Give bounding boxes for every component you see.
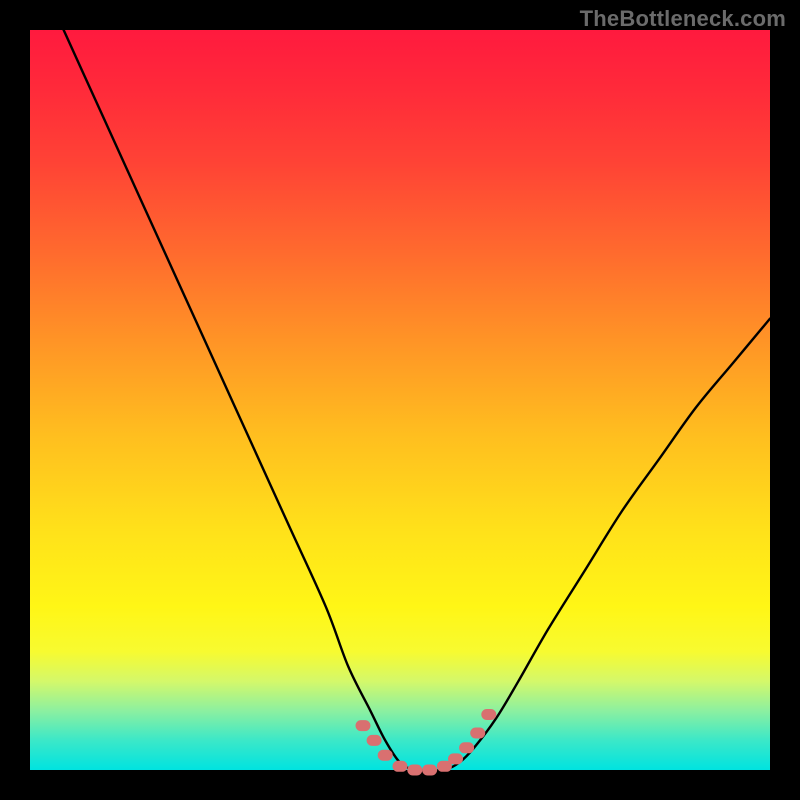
curve-marker — [378, 750, 392, 760]
curve-svg — [30, 30, 770, 770]
curve-marker — [367, 735, 381, 745]
curve-marker — [423, 765, 437, 775]
chart-area — [30, 30, 770, 770]
curve-marker — [356, 721, 370, 731]
marker-group — [356, 710, 496, 776]
curve-marker — [482, 710, 496, 720]
curve-marker — [471, 728, 485, 738]
watermark-text: TheBottleneck.com — [580, 6, 786, 32]
curve-marker — [449, 754, 463, 764]
curve-marker — [393, 761, 407, 771]
curve-marker — [437, 761, 451, 771]
curve-marker — [460, 743, 474, 753]
bottleneck-curve — [30, 0, 770, 771]
curve-marker — [408, 765, 422, 775]
